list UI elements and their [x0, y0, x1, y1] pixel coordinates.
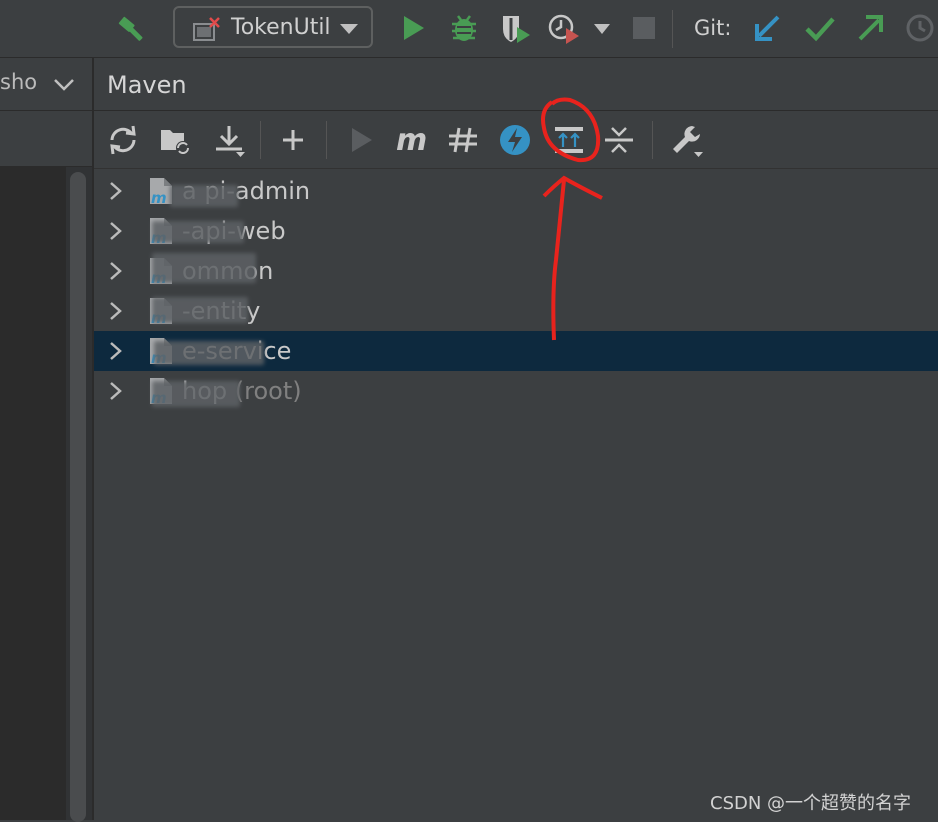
build-hammer-icon[interactable]	[116, 10, 152, 46]
run-maven-build-icon[interactable]	[344, 123, 378, 157]
svg-text:m: m	[151, 189, 167, 206]
reload-icon[interactable]	[106, 123, 140, 157]
editor-area[interactable]	[0, 167, 66, 820]
maven-settings-wrench-icon[interactable]	[670, 123, 704, 157]
redaction-blur	[152, 297, 248, 323]
chevron-down-icon[interactable]	[52, 72, 76, 96]
editor-tab-label[interactable]: sho	[0, 70, 37, 94]
editor-scrollbar-thumb[interactable]	[70, 172, 86, 822]
git-history-clock-icon[interactable]	[904, 12, 936, 44]
chevron-right-icon[interactable]	[108, 340, 124, 362]
run-configuration-selector[interactable]: TokenUtil	[173, 6, 373, 48]
toolbar-separator	[260, 121, 261, 159]
chevron-right-icon[interactable]	[108, 180, 124, 202]
collapse-all-icon[interactable]	[602, 123, 636, 157]
git-update-arrow-icon[interactable]	[752, 12, 784, 44]
csdn-watermark: CSDN @一个超赞的名字	[710, 793, 912, 814]
chevron-right-icon[interactable]	[108, 380, 124, 402]
chevron-right-icon[interactable]	[108, 260, 124, 282]
run-config-label: TokenUtil	[231, 15, 331, 40]
redaction-blur	[152, 221, 244, 243]
svg-text:m: m	[396, 123, 427, 157]
execute-maven-goal-icon[interactable]: m	[394, 123, 428, 157]
chevron-down-icon	[340, 24, 358, 34]
toggle-offline-mode-icon[interactable]	[446, 123, 480, 157]
redaction-blur	[152, 253, 256, 283]
profiler-clock-icon[interactable]	[548, 12, 580, 44]
download-sources-icon[interactable]	[212, 123, 246, 157]
coverage-shield-icon[interactable]	[500, 12, 532, 44]
more-run-options-icon[interactable]	[592, 22, 612, 36]
main-toolbar: TokenUtil Git:	[0, 0, 938, 58]
maven-panel-title: Maven	[107, 71, 187, 99]
toolbar-separator	[652, 121, 653, 159]
toggle-skip-tests-icon[interactable]	[498, 123, 532, 157]
run-config-error-icon	[193, 17, 220, 41]
redaction-blur	[152, 381, 240, 407]
toolbar-separator	[672, 10, 673, 48]
tree-row-module[interactable]: m e-service	[94, 331, 938, 371]
debug-bug-icon[interactable]	[448, 12, 480, 44]
show-dependencies-icon[interactable]	[552, 123, 586, 157]
chevron-right-icon[interactable]	[108, 220, 124, 242]
run-icon[interactable]	[398, 12, 430, 44]
add-maven-project-icon[interactable]	[276, 123, 310, 157]
toolbar-separator	[326, 121, 327, 159]
git-commit-check-icon[interactable]	[804, 12, 836, 44]
stop-icon[interactable]	[628, 12, 660, 44]
git-push-arrow-icon[interactable]	[854, 12, 886, 44]
chevron-right-icon[interactable]	[108, 300, 124, 322]
tree-row-module[interactable]: m hop (root)	[94, 371, 938, 411]
tree-row-module[interactable]: ma pi-admin	[94, 171, 938, 211]
tree-row-module[interactable]: m -api-web	[94, 211, 938, 251]
maven-projects-tree: ma pi-adminm -api-webm ommonm -entitym e…	[94, 169, 938, 820]
git-label: Git:	[694, 16, 732, 40]
tree-row-module[interactable]: m ommon	[94, 251, 938, 291]
redaction-blur	[170, 185, 238, 207]
maven-panel-header: Maven	[94, 58, 938, 111]
editor-breadcrumb-bar	[0, 111, 92, 167]
editor-tab-header: sho	[0, 58, 92, 111]
redaction-blur	[154, 341, 264, 365]
maven-toolbar: m	[94, 111, 938, 169]
generate-sources-folder-icon[interactable]	[158, 123, 192, 157]
tree-row-module[interactable]: m -entity	[94, 291, 938, 331]
